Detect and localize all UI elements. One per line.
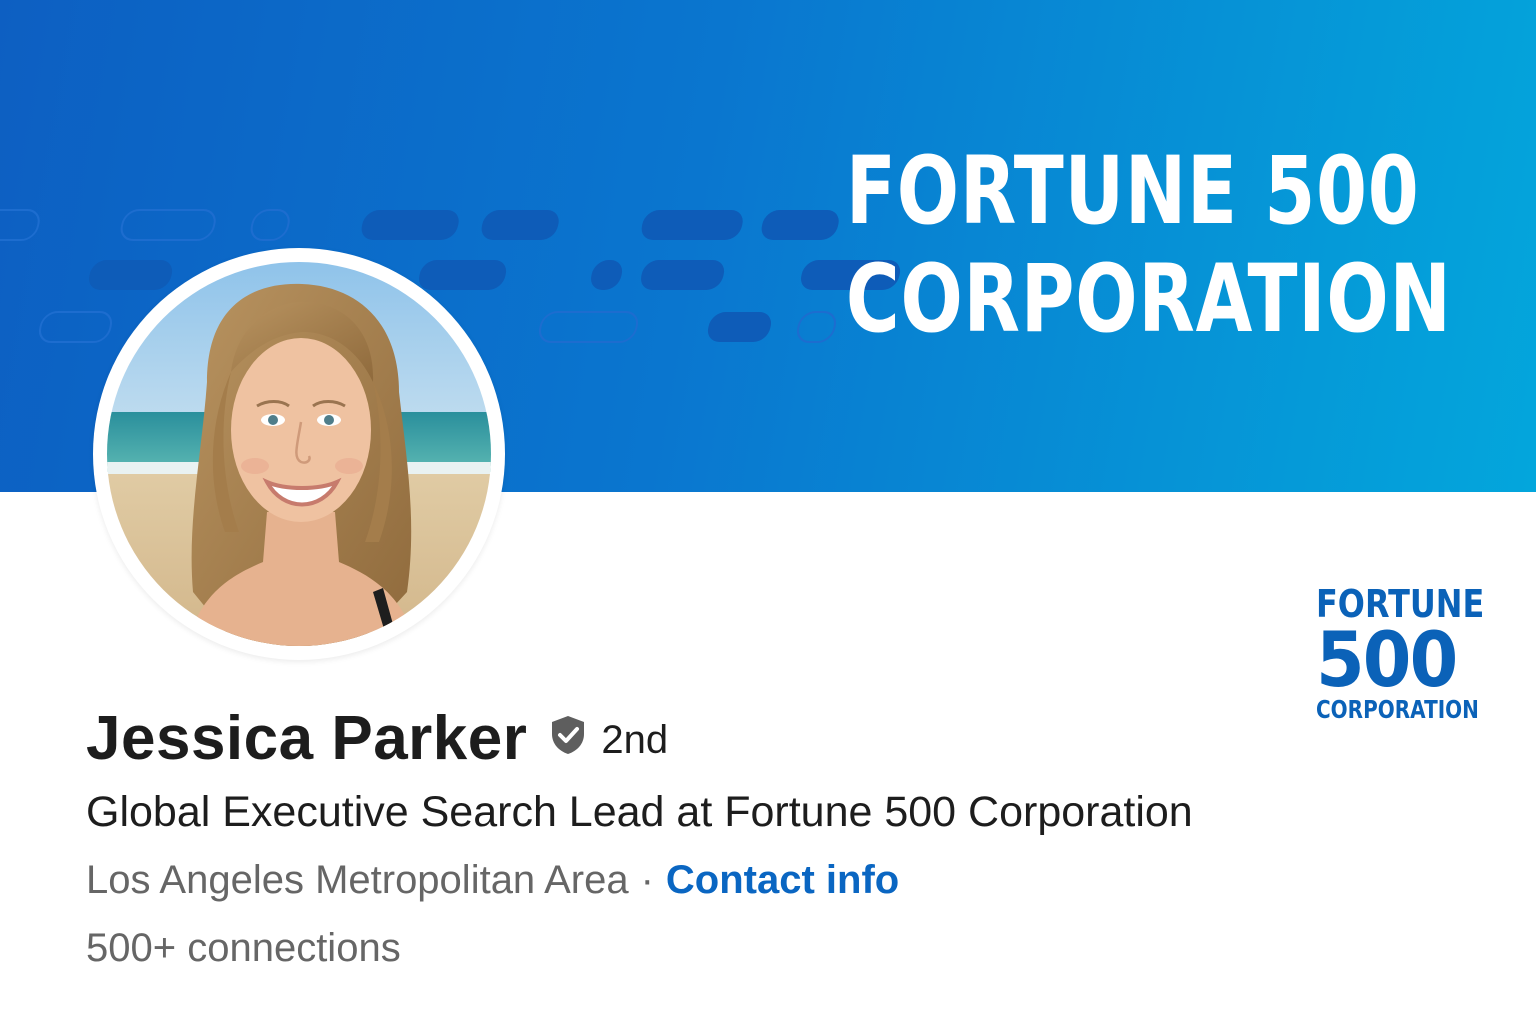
profile-name: Jessica Parker [86,703,528,773]
company-logo-line2: 500 [1316,615,1458,704]
banner-decoration [0,209,901,343]
connection-degree: 2nd [601,717,669,762]
verified-shield-icon[interactable] [549,714,587,756]
name-row: Jessica Parker 2nd [86,696,1386,780]
profile-photo-frame[interactable] [93,248,505,660]
profile-photo [107,262,491,646]
connections-count[interactable]: 500+ connections [86,918,1386,978]
banner-title-line1: FORTUNE 500 [846,137,1420,246]
avatar[interactable] [107,262,491,646]
location-row: Los Angeles Metropolitan Area · Contact in… [86,850,1386,910]
banner-company-title: FORTUNE 500 CORPORATION [846,138,1452,354]
profile-headline: Global Executive Search Lead at Fortune … [86,788,1193,836]
profile-info: Jessica Parker 2nd Global Executive Sear… [86,696,1386,978]
contact-info-link[interactable]: Contact info [666,858,899,902]
banner-title-line2: CORPORATION [846,245,1452,354]
separator-dot: · [640,858,654,902]
profile-location: Los Angeles Metropolitan Area [86,858,629,902]
profile-card: FORTUNE 500 CORPORATION FORTUNE 500 CORP… [0,0,1536,1024]
